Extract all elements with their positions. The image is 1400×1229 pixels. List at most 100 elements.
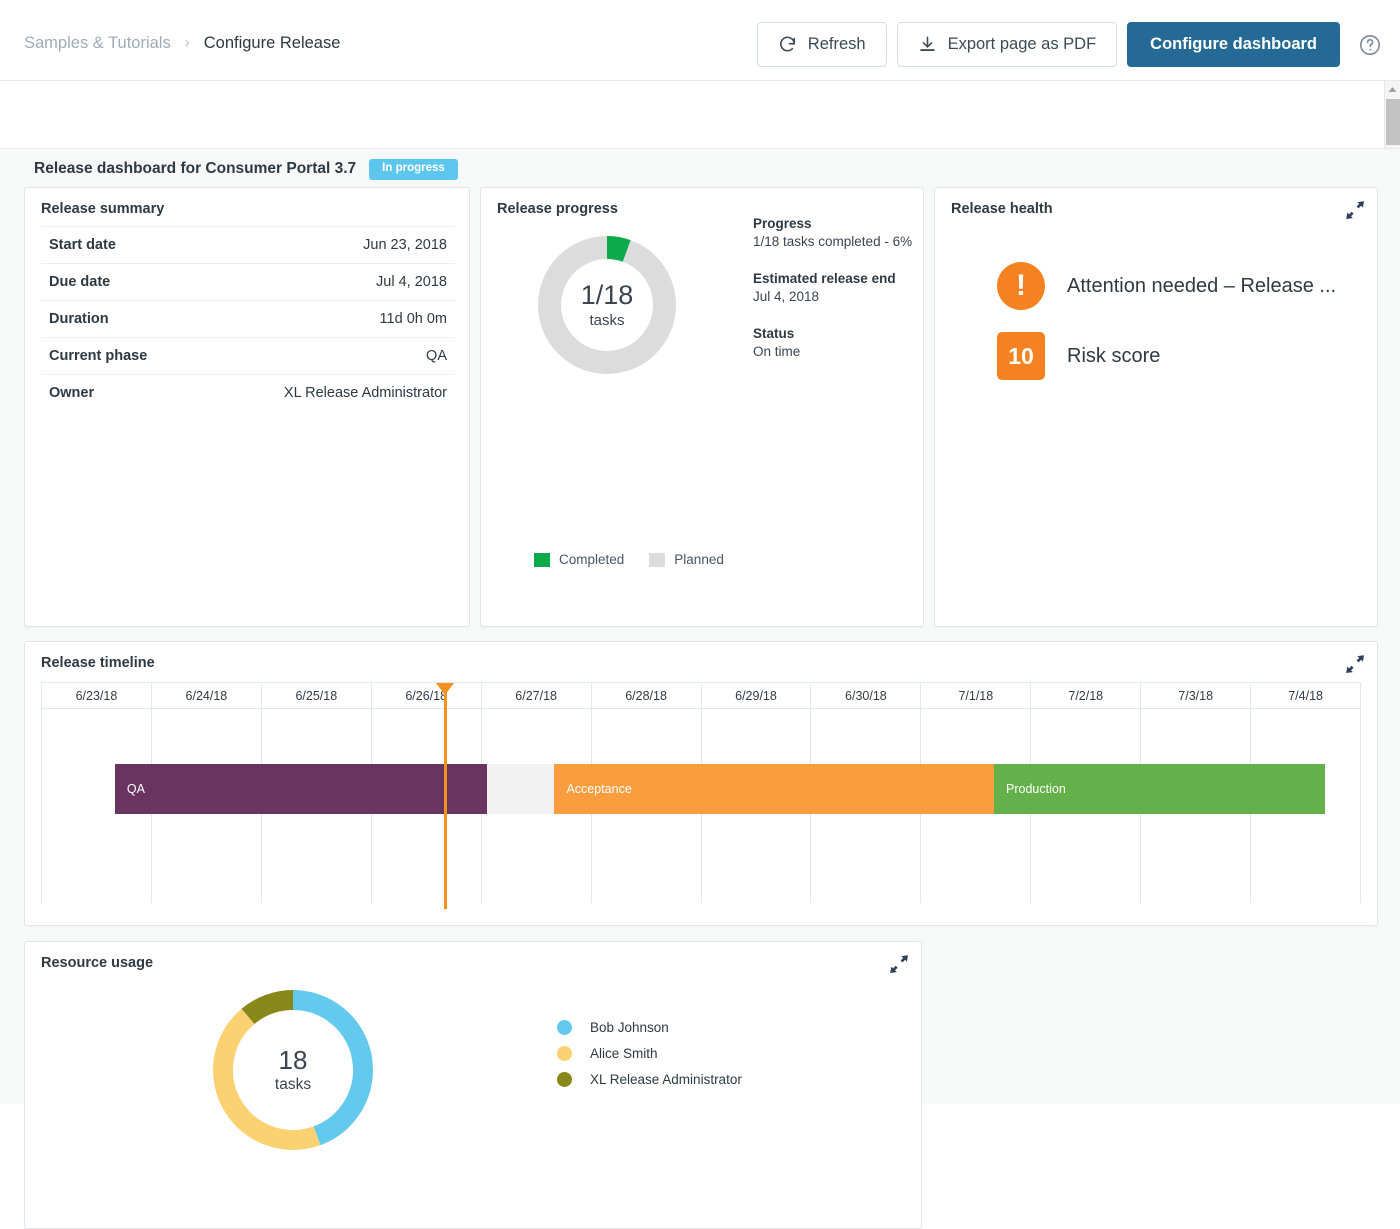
header-spacer bbox=[0, 81, 1400, 148]
list-item[interactable]: XL Release Administrator bbox=[557, 1066, 742, 1092]
timeline-bar-gap bbox=[487, 764, 555, 814]
header-actions: Refresh Export page as PDF Configure das… bbox=[756, 22, 1382, 67]
table-row: Current phase QA bbox=[41, 337, 455, 374]
dashboard-header: Release dashboard for Consumer Portal 3.… bbox=[34, 159, 458, 180]
timeline-bar-production[interactable]: Production bbox=[994, 764, 1326, 814]
list-item[interactable]: Bob Johnson bbox=[557, 1014, 742, 1040]
page-scrollbar[interactable] bbox=[1384, 81, 1400, 148]
row-key: Duration bbox=[49, 311, 109, 327]
resource-donut-chart: 18 tasks bbox=[210, 987, 376, 1158]
row-key: Current phase bbox=[49, 348, 148, 364]
resource-donut-center: 18 tasks bbox=[210, 987, 376, 1153]
refresh-label: Refresh bbox=[807, 35, 866, 53]
scroll-up-arrow-icon[interactable] bbox=[1385, 81, 1400, 98]
risk-score-badge: 10 bbox=[997, 332, 1045, 380]
refresh-button[interactable]: Refresh bbox=[756, 22, 887, 67]
expand-diagonal-icon[interactable] bbox=[889, 954, 909, 974]
progress-info-item: Status On time bbox=[753, 326, 913, 359]
legend-label-completed: Completed bbox=[559, 552, 625, 567]
table-row: Due date Jul 4, 2018 bbox=[41, 263, 455, 300]
legend-swatch-completed bbox=[534, 552, 550, 567]
table-row: Owner XL Release Administrator bbox=[41, 374, 455, 411]
release-timeline-title: Release timeline bbox=[41, 655, 155, 671]
timeline-date-cell: 7/2/18 bbox=[1031, 682, 1142, 709]
timeline-date-cell: 7/1/18 bbox=[921, 682, 1032, 709]
timeline-body: QA Acceptance Production bbox=[41, 683, 1362, 909]
breadcrumb-current: Configure Release bbox=[203, 34, 341, 52]
row-value: QA bbox=[426, 348, 447, 364]
breadcrumb-parent[interactable]: Samples & Tutorials bbox=[24, 34, 171, 53]
dashboard-canvas: Release dashboard for Consumer Portal 3.… bbox=[0, 148, 1400, 1229]
release-progress-card: Release progress 1/18 tasks Completed Pl… bbox=[480, 187, 924, 627]
health-item-risk-score[interactable]: 10 Risk score bbox=[997, 332, 1160, 380]
page-title: Release dashboard for Consumer Portal 3.… bbox=[34, 160, 357, 178]
status-badge: In progress bbox=[369, 159, 458, 180]
release-timeline-card: Release timeline 6/23/18 6/24/18 6/25/18 6/… bbox=[24, 641, 1378, 926]
table-row: Start date Jun 23, 2018 bbox=[41, 226, 455, 263]
timeline-date-header: 6/23/18 6/24/18 6/25/18 6/26/18 6/27/18 6/28/… bbox=[41, 682, 1362, 709]
info-label: Estimated release end bbox=[753, 271, 896, 286]
chevron-right-icon: › bbox=[184, 34, 190, 51]
info-label: Progress bbox=[753, 216, 812, 231]
legend-label: Bob Johnson bbox=[590, 1019, 669, 1035]
release-summary-list: Start date Jun 23, 2018 Due date Jul 4, … bbox=[41, 226, 455, 411]
release-progress-title: Release progress bbox=[497, 201, 618, 217]
info-value: On time bbox=[753, 344, 801, 359]
download-icon bbox=[918, 35, 937, 54]
row-value: 11d 0h 0m bbox=[379, 311, 447, 327]
info-value: Jul 4, 2018 bbox=[753, 289, 820, 304]
app-header: Samples & Tutorials › Configure Release … bbox=[0, 0, 1400, 81]
timeline-bars: QA Acceptance Production bbox=[41, 683, 1361, 909]
resource-donut-unit: tasks bbox=[274, 1075, 312, 1093]
legend-dot-alice-smith bbox=[557, 1045, 572, 1061]
release-health-card: Release health ! Attention needed – Rele… bbox=[934, 187, 1378, 627]
timeline-bar-qa[interactable]: QA bbox=[114, 764, 488, 814]
legend-dot-bob-johnson bbox=[557, 1019, 572, 1035]
refresh-icon bbox=[778, 35, 797, 54]
legend-label: Alice Smith bbox=[590, 1045, 658, 1061]
timeline-date-cell: 6/23/18 bbox=[41, 682, 152, 709]
list-item[interactable]: Alice Smith bbox=[557, 1040, 742, 1066]
release-summary-card: Release summary Start date Jun 23, 2018 … bbox=[24, 187, 470, 627]
scrollbar-thumb[interactable] bbox=[1386, 99, 1400, 145]
legend-dot-xl-release-administrator bbox=[557, 1071, 572, 1087]
progress-donut-chart: 1/18 tasks bbox=[538, 236, 676, 379]
timeline-date-cell: 6/25/18 bbox=[261, 682, 372, 709]
resource-usage-title: Resource usage bbox=[41, 955, 154, 971]
row-value: XL Release Administrator bbox=[283, 385, 447, 401]
row-key: Owner bbox=[49, 385, 95, 401]
expand-diagonal-icon[interactable] bbox=[1345, 200, 1365, 220]
configure-dashboard-label: Configure dashboard bbox=[1150, 35, 1317, 53]
export-pdf-button[interactable]: Export page as PDF bbox=[896, 22, 1118, 67]
info-value: 1/18 tasks completed - 6% bbox=[753, 234, 913, 249]
timeline-bar-acceptance[interactable]: Acceptance bbox=[554, 764, 995, 814]
resource-usage-card: Resource usage 18 tasks Bob Johnson Alic… bbox=[24, 941, 922, 1229]
health-item-attention[interactable]: ! Attention needed – Release ... bbox=[997, 262, 1336, 310]
timeline-date-cell: 6/29/18 bbox=[701, 682, 812, 709]
breadcrumb: Samples & Tutorials › Configure Release bbox=[24, 34, 340, 53]
row-value: Jul 4, 2018 bbox=[376, 274, 447, 290]
timeline-date-cell: 6/26/18 bbox=[371, 682, 482, 709]
resource-legend: Bob Johnson Alice Smith XL Release Admin… bbox=[557, 1014, 742, 1092]
legend-swatch-planned bbox=[649, 552, 666, 567]
legend-label: XL Release Administrator bbox=[590, 1071, 742, 1087]
timeline-date-cell: 7/3/18 bbox=[1141, 682, 1252, 709]
timeline-date-cell: 6/30/18 bbox=[811, 682, 922, 709]
timeline-grid: 6/23/18 6/24/18 6/25/18 6/26/18 6/27/18 6/28/… bbox=[41, 682, 1362, 909]
progress-info: Progress 1/18 tasks completed - 6% Estim… bbox=[753, 216, 913, 381]
exclamation-circle-icon: ! bbox=[997, 262, 1045, 310]
timeline-date-cell: 6/27/18 bbox=[481, 682, 592, 709]
timeline-today-marker bbox=[436, 683, 455, 909]
progress-info-item: Estimated release end Jul 4, 2018 bbox=[753, 271, 913, 304]
health-item-label: Risk score bbox=[1067, 344, 1161, 367]
export-pdf-label: Export page as PDF bbox=[947, 35, 1097, 53]
info-label: Status bbox=[753, 326, 795, 341]
timeline-date-cell: 7/4/18 bbox=[1251, 682, 1362, 709]
row-key: Due date bbox=[49, 274, 111, 290]
resource-donut-value: 18 bbox=[278, 1045, 308, 1076]
progress-legend: Completed Planned bbox=[534, 552, 740, 567]
expand-diagonal-icon[interactable] bbox=[1345, 654, 1365, 674]
help-circle-icon[interactable] bbox=[1358, 33, 1382, 57]
configure-dashboard-button[interactable]: Configure dashboard bbox=[1127, 22, 1340, 67]
row-key: Start date bbox=[49, 237, 116, 253]
